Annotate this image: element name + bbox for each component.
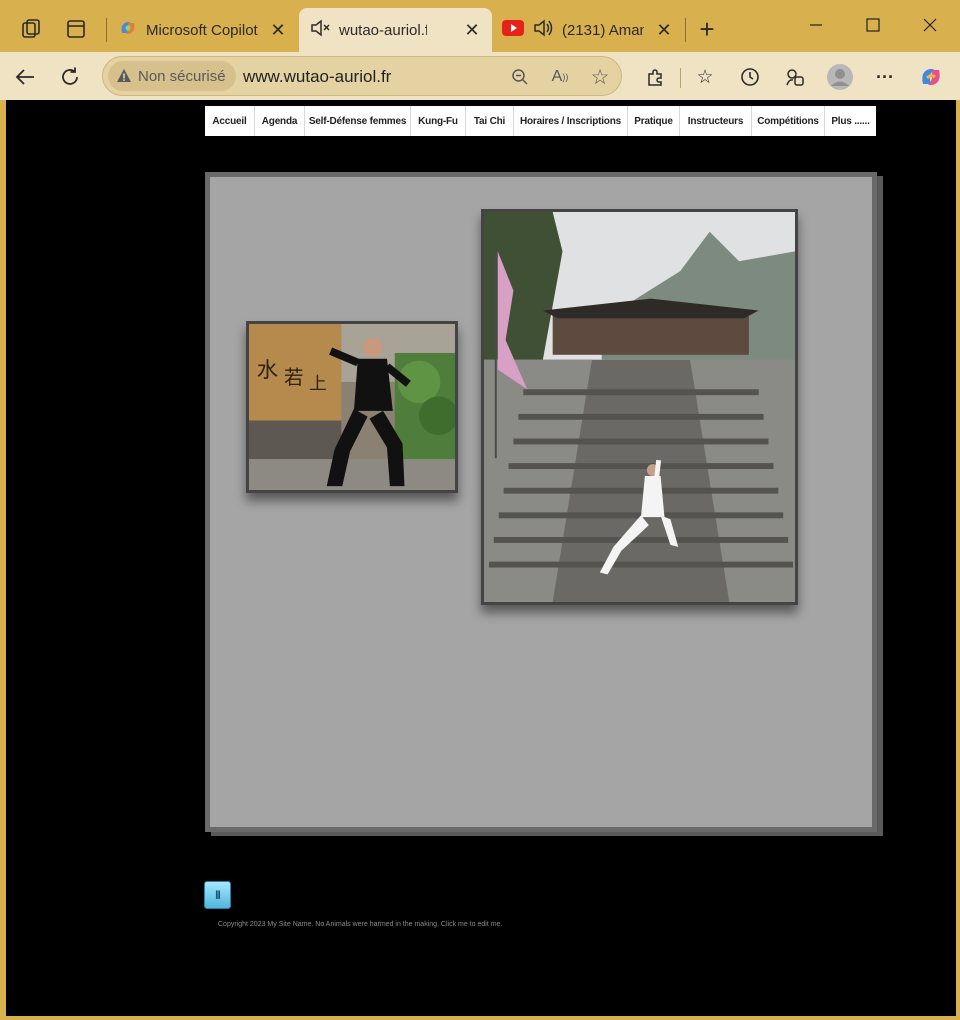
more-menu-icon[interactable]: ··· [870, 62, 900, 92]
toolbar-separator [680, 68, 681, 88]
minimize-button[interactable] [801, 10, 831, 40]
zoom-icon[interactable] [505, 62, 535, 92]
nav-instructeurs[interactable]: Instructeurs [680, 106, 752, 136]
nav-kung-fu[interactable]: Kung-Fu [411, 106, 466, 136]
tab-youtube[interactable]: (2131) Amanda ✕ [492, 8, 684, 52]
address-bar[interactable]: Non sécurisé www.wutao-auriol.fr A)) ☆ [102, 56, 622, 96]
security-label: Non sécurisé [138, 67, 226, 85]
nav-horaires[interactable]: Horaires / Inscriptions [514, 106, 628, 136]
tab-wutao[interactable]: wutao-auriol.fr ✕ [299, 8, 492, 52]
tab-copilot[interactable]: Microsoft Copilot ✕ [108, 8, 298, 52]
favorites-icon[interactable]: ☆ [690, 62, 720, 92]
site-nav: Accueil Agenda Self-Défense femmes Kung-… [205, 106, 876, 136]
warning-icon [116, 68, 132, 84]
close-tab-icon[interactable]: ✕ [268, 20, 288, 41]
svg-text:上: 上 [309, 375, 326, 395]
url-text[interactable]: www.wutao-auriol.fr [243, 67, 391, 87]
collections-icon[interactable] [780, 62, 810, 92]
slideshow-pause-button[interactable]: II [204, 881, 231, 909]
footer-copyright[interactable]: Copyright 2023 My Site Name. No Animals … [218, 921, 502, 928]
svg-text:若: 若 [284, 366, 303, 389]
browser-toolbar: Non sécurisé www.wutao-auriol.fr A)) ☆ ☆… [0, 52, 960, 100]
tab-actions-icon[interactable] [61, 14, 91, 44]
nav-agenda[interactable]: Agenda [255, 106, 305, 136]
tab-title: (2131) Amanda [562, 21, 644, 39]
back-button[interactable] [10, 62, 40, 92]
speaker-icon[interactable] [532, 18, 554, 42]
nav-accueil[interactable]: Accueil [205, 106, 255, 136]
copilot-sidebar-icon[interactable] [916, 62, 946, 92]
pause-icon: II [215, 888, 221, 902]
close-window-button[interactable] [915, 10, 945, 40]
tab-strip: Microsoft Copilot ✕ wutao-auriol.fr ✕ (2… [0, 0, 960, 52]
muted-speaker-icon[interactable] [309, 18, 331, 42]
workspaces-icon[interactable] [16, 14, 46, 44]
security-indicator[interactable]: Non sécurisé [108, 61, 236, 91]
svg-text:水: 水 [257, 358, 278, 383]
refresh-button[interactable] [55, 62, 85, 92]
extensions-icon[interactable] [640, 62, 670, 92]
tab-title: Microsoft Copilot [146, 21, 258, 39]
favorite-star-icon[interactable]: ☆ [585, 62, 615, 92]
photo-tai-chi-black: 水 若 上 [246, 321, 458, 493]
tab-separator [106, 18, 107, 42]
tab-title: wutao-auriol.fr [339, 21, 427, 39]
nav-competitions[interactable]: Compétitions [752, 106, 825, 136]
copilot-icon [118, 18, 138, 42]
new-tab-button[interactable]: + [692, 14, 722, 44]
page-viewport: Accueil Agenda Self-Défense femmes Kung-… [6, 100, 956, 1016]
nav-plus[interactable]: Plus ...... [825, 106, 876, 136]
close-tab-icon[interactable]: ✕ [462, 20, 482, 41]
youtube-icon [502, 20, 524, 40]
nav-pratique[interactable]: Pratique [628, 106, 680, 136]
maximize-button[interactable] [858, 10, 888, 40]
close-tab-icon[interactable]: ✕ [654, 20, 674, 41]
nav-self-defense[interactable]: Self-Défense femmes [305, 106, 411, 136]
read-aloud-icon[interactable]: A)) [545, 62, 575, 92]
nav-tai-chi[interactable]: Tai Chi [466, 106, 514, 136]
tab-separator [685, 18, 686, 42]
photo-temple-stairs [481, 209, 798, 605]
profile-avatar[interactable] [825, 62, 855, 92]
history-icon[interactable] [735, 62, 765, 92]
